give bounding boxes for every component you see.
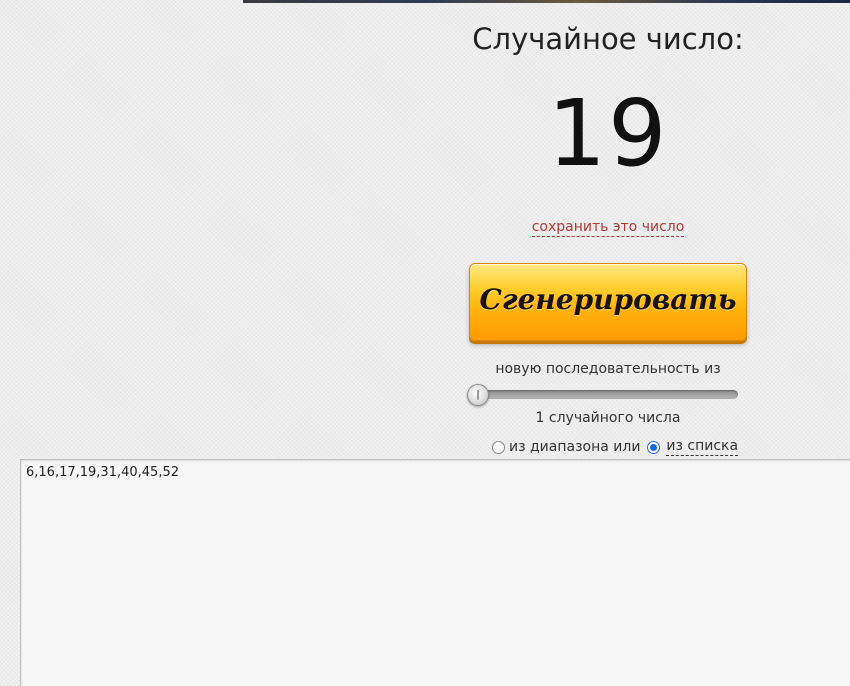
count-label: 1 случайного числа: [535, 410, 681, 426]
save-number-link-wrap: сохранить это число: [458, 219, 758, 237]
count-slider-handle[interactable]: [467, 384, 489, 406]
result-title: Случайное число:: [472, 22, 744, 56]
count-slider-track[interactable]: [469, 390, 738, 399]
list-radio[interactable]: [647, 440, 661, 454]
mode-selector: из диапазона или из списка: [488, 437, 739, 457]
sequence-label: новую последовательность из: [495, 361, 721, 377]
number-list-input[interactable]: 6,16,17,19,31,40,45,52: [20, 459, 850, 686]
generate-button[interactable]: Сгенерировать: [469, 263, 747, 341]
range-radio-label: из диапазона или: [509, 439, 641, 455]
save-number-link[interactable]: сохранить это число: [531, 219, 685, 237]
random-number-display: 19: [547, 80, 669, 187]
top-banner-image: [243, 0, 850, 3]
list-mode-link[interactable]: из списка: [666, 438, 739, 456]
range-radio[interactable]: [492, 440, 505, 454]
generate-button-label: Сгенерировать: [479, 283, 737, 316]
